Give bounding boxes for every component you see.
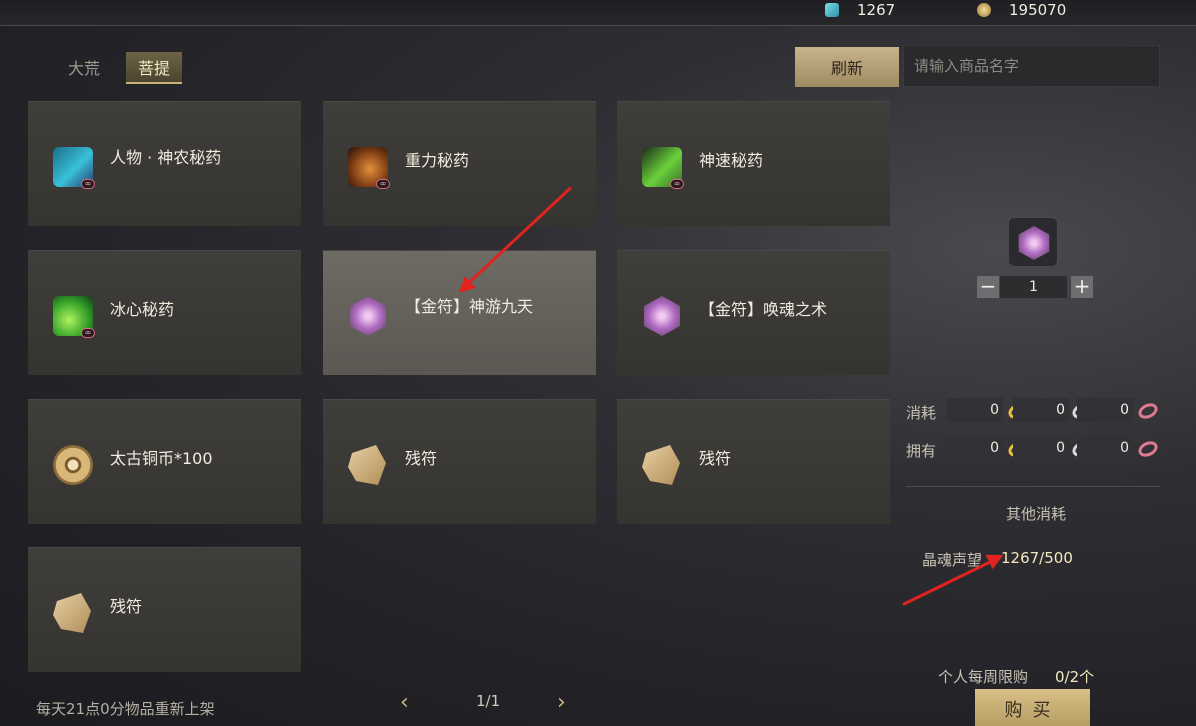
cost-gold-value: 0	[947, 398, 1003, 422]
cost-pink-value: 0	[1077, 398, 1133, 422]
shop-item-card[interactable]: 残符	[617, 399, 890, 524]
item-name: 神速秘药	[699, 151, 764, 170]
cost-silver-value: 0	[1013, 398, 1069, 422]
talisman-icon	[350, 296, 386, 336]
bronze-coin-icon	[53, 445, 93, 485]
page-indicator: 1/1	[476, 692, 501, 710]
item-name: 【金符】神游九天	[405, 297, 534, 316]
own-silver-value: 0	[1013, 436, 1069, 460]
jade-icon	[825, 3, 839, 17]
tab-dahuang[interactable]: 大荒	[56, 52, 112, 84]
buy-button[interactable]: 购买	[975, 689, 1090, 726]
search-input[interactable]	[903, 45, 1160, 87]
item-name: 太古铜币*100	[110, 449, 213, 468]
infinite-badge: ∞	[81, 328, 95, 338]
fragment-icon	[642, 445, 680, 485]
talisman-icon	[644, 296, 680, 336]
fragment-icon	[348, 445, 386, 485]
own-label: 拥有	[906, 442, 937, 460]
gourd-potion-icon: ∞	[348, 147, 390, 189]
reputation-label: 晶魂声望	[922, 551, 983, 569]
shop-item-card[interactable]: ∞ 人物 · 神农秘药	[28, 101, 301, 226]
item-name: 人物 · 神农秘药	[110, 148, 222, 167]
infinite-badge: ∞	[670, 179, 684, 189]
shop-item-card[interactable]: ∞ 神速秘药	[617, 101, 890, 226]
potion-icon: ∞	[642, 147, 684, 189]
item-name: 残符	[110, 597, 143, 616]
tab-puti[interactable]: 菩提	[126, 52, 183, 84]
infinite-badge: ∞	[81, 179, 95, 189]
own-pink-value: 0	[1077, 436, 1133, 460]
item-name: 冰心秘药	[110, 300, 175, 319]
quantity-field[interactable]: 1	[1000, 276, 1067, 298]
shop-item-card[interactable]: ∞ 冰心秘药	[28, 250, 301, 375]
pink-ring-icon	[1135, 438, 1161, 460]
quantity-plus-button[interactable]: +	[1071, 276, 1093, 298]
coin-amount: 195070	[1009, 1, 1067, 19]
shop-item-card[interactable]: 残符	[323, 399, 596, 524]
item-name: 残符	[405, 449, 438, 468]
jade-amount: 1267	[857, 1, 896, 19]
weekly-limit-value: 0/2个	[1055, 668, 1095, 686]
talisman-icon	[1018, 226, 1050, 260]
top-bar: 1267 195070	[0, 0, 1196, 26]
other-cost-title: 其他消耗	[1006, 505, 1067, 523]
selected-item-preview	[1008, 217, 1058, 267]
potion-icon: ∞	[53, 147, 95, 189]
reputation-value: 1267/500	[1001, 549, 1073, 567]
shop-item-card[interactable]: 残符	[28, 547, 301, 672]
own-gold-value: 0	[947, 436, 1003, 460]
fragment-icon	[53, 593, 91, 633]
potion-icon: ∞	[53, 296, 95, 338]
category-tabs: 大荒 菩提	[56, 52, 183, 84]
quantity-minus-button[interactable]: −	[977, 276, 999, 298]
shop-item-card[interactable]: 太古铜币*100	[28, 399, 301, 524]
jade-currency: 1267	[825, 0, 895, 20]
shop-item-card-selected[interactable]: 【金符】神游九天	[323, 250, 596, 375]
cost-label: 消耗	[906, 404, 937, 422]
coin-currency: 195070	[977, 0, 1066, 20]
infinite-badge: ∞	[376, 179, 390, 189]
shop-item-card[interactable]: 【金符】唤魂之术	[617, 250, 890, 375]
restock-note: 每天21点0分物品重新上架	[36, 700, 215, 718]
next-page-button[interactable]: ›	[557, 690, 566, 715]
item-name: 重力秘药	[405, 151, 470, 170]
pink-ring-icon	[1135, 400, 1161, 422]
weekly-limit-label: 个人每周限购	[938, 668, 1029, 686]
coin-icon	[977, 3, 991, 17]
prev-page-button[interactable]: ‹	[400, 690, 409, 715]
refresh-button[interactable]: 刷新	[795, 47, 899, 87]
item-name: 残符	[699, 449, 732, 468]
divider	[906, 486, 1160, 487]
shop-item-card[interactable]: ∞ 重力秘药	[323, 101, 596, 226]
item-name: 【金符】唤魂之术	[699, 300, 828, 319]
